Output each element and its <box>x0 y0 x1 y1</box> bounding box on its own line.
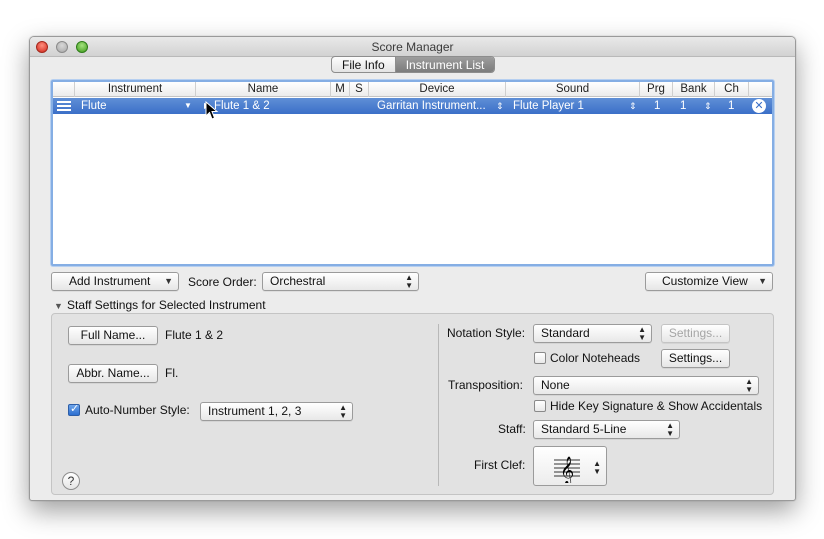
updown-arrows-icon: ▲ ▼ <box>593 459 601 476</box>
score-order-label: Score Order: <box>188 275 257 289</box>
sound-updown-icon[interactable]: ⇕ <box>629 98 637 114</box>
row-instrument[interactable]: Flute <box>81 98 181 114</box>
customize-view-button[interactable]: Customize View ▼ <box>645 272 773 291</box>
auto-number-checkbox[interactable]: ✓ <box>68 403 80 416</box>
column-header-channel[interactable]: Ch <box>715 82 749 97</box>
tab-file-info[interactable]: File Info <box>332 57 396 72</box>
staff-settings-header[interactable]: Staff Settings for Selected Instrument <box>67 297 266 313</box>
updown-arrows-icon: ▲ ▼ <box>745 377 753 394</box>
mouse-cursor-icon <box>205 101 219 120</box>
disclosure-triangle-icon[interactable]: ▼ <box>54 300 63 312</box>
chevron-down-icon: ▼ <box>164 276 173 286</box>
updown-arrows-icon: ▲ ▼ <box>405 273 413 290</box>
customize-view-label: Customize View <box>662 274 748 288</box>
staff-type-select[interactable]: Standard 5-Line ▲ ▼ <box>533 420 680 439</box>
transposition-label: Transposition: <box>448 378 523 392</box>
row-program[interactable]: 1 <box>654 98 664 114</box>
notation-style-select[interactable]: Standard ▲ ▼ <box>533 324 652 343</box>
checkmark-icon: ✓ <box>70 403 80 415</box>
column-header-handle <box>53 82 75 97</box>
bank-updown-icon[interactable]: ⇕ <box>704 98 712 114</box>
chevron-down-icon: ▼ <box>758 276 767 286</box>
drag-handle-icon[interactable] <box>57 101 71 111</box>
score-manager-window: Score Manager File Info Instrument List … <box>29 36 796 501</box>
full-name-button[interactable]: Full Name... <box>68 326 158 345</box>
instrument-table[interactable]: Instrument Name M S Device Sound Prg Ban… <box>51 80 774 266</box>
column-header-remove <box>749 82 772 97</box>
auto-number-style-value: Instrument 1, 2, 3 <box>208 404 302 418</box>
column-header-bank[interactable]: Bank <box>673 82 715 97</box>
notation-style-label: Notation Style: <box>447 326 526 340</box>
column-header-sound[interactable]: Sound <box>506 82 640 97</box>
abbr-name-value: Fl. <box>165 366 179 380</box>
score-order-select[interactable]: Orchestral ▲ ▼ <box>262 272 419 291</box>
device-updown-icon[interactable]: ⇕ <box>496 98 504 114</box>
staff-label: Staff: <box>498 422 526 436</box>
auto-number-style-select[interactable]: Instrument 1, 2, 3 ▲ ▼ <box>200 402 353 421</box>
instrument-dropdown-arrow-icon[interactable]: ▼ <box>184 98 192 114</box>
column-header-solo[interactable]: S <box>350 82 369 97</box>
color-noteheads-label: Color Noteheads <box>550 351 641 365</box>
column-header-device[interactable]: Device <box>369 82 506 97</box>
hide-key-signature-checkbox[interactable] <box>534 400 546 412</box>
add-instrument-button[interactable]: Add Instrument ▼ <box>51 272 179 291</box>
column-header-mute[interactable]: M <box>331 82 350 97</box>
updown-arrows-icon: ▲ ▼ <box>638 325 646 342</box>
hide-key-signature-label: Hide Key Signature & Show Accidentals <box>550 399 763 413</box>
title-bar[interactable]: Score Manager <box>30 37 795 57</box>
updown-arrows-icon: ▲ ▼ <box>666 421 674 438</box>
auto-number-label: Auto-Number Style: <box>85 403 190 417</box>
vertical-divider <box>438 324 439 486</box>
transposition-select[interactable]: None ▲ ▼ <box>533 376 759 395</box>
column-header-name[interactable]: Name <box>196 82 331 97</box>
treble-clef-icon: 𝄞 <box>554 456 580 483</box>
window-title: Score Manager <box>371 40 454 54</box>
first-clef-popup[interactable]: 𝄞 ▲ ▼ <box>533 446 607 486</box>
row-bank[interactable]: 1 <box>680 98 690 114</box>
row-name[interactable]: Flute 1 & 2 <box>214 98 329 114</box>
row-sound[interactable]: Flute Player 1 <box>513 98 625 114</box>
abbr-name-button[interactable]: Abbr. Name... <box>68 364 158 383</box>
color-noteheads-checkbox[interactable] <box>534 352 546 364</box>
staff-type-value: Standard 5-Line <box>541 422 627 436</box>
transposition-value: None <box>541 378 570 392</box>
view-tabs: File Info Instrument List <box>331 56 496 73</box>
first-clef-label: First Clef: <box>474 458 526 472</box>
table-header: Instrument Name M S Device Sound Prg Ban… <box>53 82 772 97</box>
full-name-value: Flute 1 & 2 <box>165 328 224 342</box>
row-channel[interactable]: 1 <box>728 98 738 114</box>
color-settings-button[interactable]: Settings... <box>661 349 730 368</box>
table-row[interactable]: Flute ▼ ▶ Flute 1 & 2 Garritan Instrumen… <box>53 98 772 114</box>
notation-settings-button[interactable]: Settings... <box>661 324 730 343</box>
add-instrument-label: Add Instrument <box>69 274 151 288</box>
score-order-value: Orchestral <box>270 274 326 288</box>
column-header-instrument[interactable]: Instrument <box>75 82 196 97</box>
tab-instrument-list[interactable]: Instrument List <box>395 57 495 72</box>
notation-style-value: Standard <box>541 326 590 340</box>
help-button[interactable]: ? <box>62 472 80 490</box>
column-header-program[interactable]: Prg <box>640 82 673 97</box>
staff-settings-panel: Full Name... Flute 1 & 2 Abbr. Name... F… <box>51 313 774 495</box>
remove-instrument-icon[interactable]: ✕ <box>752 99 766 113</box>
updown-arrows-icon: ▲ ▼ <box>339 403 347 420</box>
row-device[interactable]: Garritan Instrument... <box>377 98 495 114</box>
svg-text:𝄞: 𝄞 <box>560 456 574 483</box>
